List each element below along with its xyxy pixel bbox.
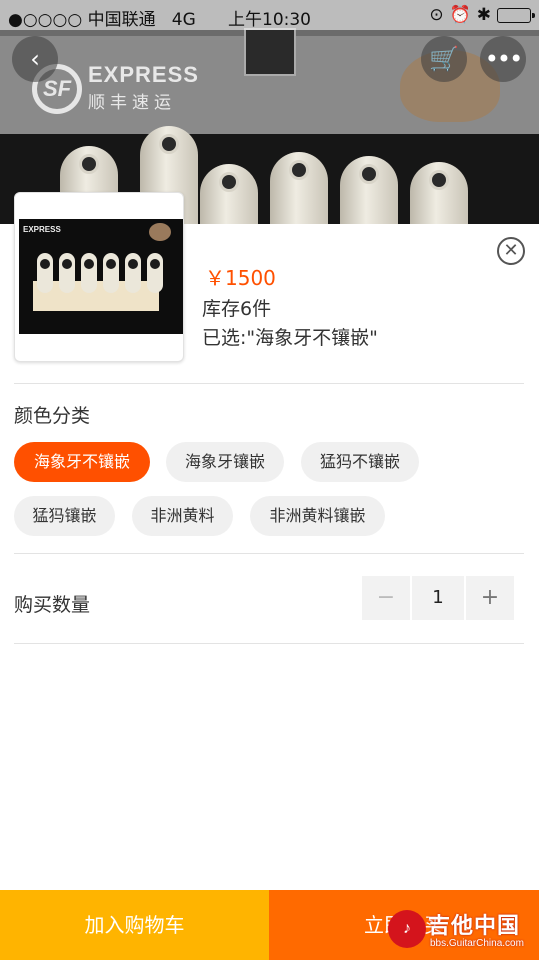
option-mammoth-plain[interactable]: 猛犸不镶嵌: [301, 442, 419, 482]
color-section-title: 颜色分类: [14, 405, 91, 427]
watermark-title: 吉他中国: [428, 914, 521, 939]
mini-pin-image: [59, 253, 75, 293]
quantity-label: 购买数量: [14, 594, 91, 616]
option-african-yellow[interactable]: 非洲黄料: [132, 496, 233, 536]
option-walrus-plain[interactable]: 海象牙不镶嵌: [14, 442, 150, 482]
add-to-cart-button[interactable]: 加入购物车: [0, 890, 269, 960]
sku-stock: 库存6件: [202, 298, 272, 320]
bridge-pin-image: [340, 156, 398, 224]
sku-price: ￥1500: [205, 266, 276, 290]
quantity-value[interactable]: 1: [412, 576, 464, 620]
quantity-stepper: − 1 +: [362, 576, 514, 620]
chevron-left-icon: ‹: [30, 45, 40, 73]
increment-button[interactable]: +: [466, 576, 514, 620]
status-bar: ●○○○○ 中国联通 4G 上午10:30 ⊙ ⏰ ✱: [0, 0, 539, 30]
mini-pin-image: [37, 253, 53, 293]
sf-brand-cn: 顺丰速运: [88, 93, 176, 113]
mini-pin-image: [103, 253, 119, 293]
guitarchina-logo-icon: ♪: [388, 910, 426, 948]
cart-icon: 🛒: [429, 45, 459, 73]
thumbnail-sf-logo: EXPRESS: [23, 225, 61, 234]
mini-pin-image: [125, 253, 141, 293]
mini-pin-image: [81, 253, 97, 293]
decrement-button[interactable]: −: [362, 576, 410, 620]
close-icon: ✕: [503, 240, 519, 261]
watermark: ♪ 吉他中国 bbs.GuitarChina.com: [388, 906, 536, 956]
sku-thumbnail: EXPRESS: [14, 192, 184, 362]
banner-thumbnail: [244, 28, 296, 76]
battery-icon: [497, 7, 535, 23]
more-button[interactable]: •••: [480, 36, 526, 82]
bridge-pin-image: [270, 152, 328, 224]
sku-selected: 已选:"海象牙不镶嵌": [202, 327, 378, 349]
option-african-yellow-inlay[interactable]: 非洲黄料镶嵌: [250, 496, 385, 536]
watermark-url: bbs.GuitarChina.com: [430, 938, 524, 949]
sku-thumbnail-image: EXPRESS: [19, 219, 183, 334]
back-button[interactable]: ‹: [12, 36, 58, 82]
divider: [14, 383, 524, 384]
cart-button[interactable]: 🛒: [421, 36, 467, 82]
divider: [14, 643, 524, 644]
bluetooth-icon: ✱: [476, 5, 491, 25]
bridge-pin-image: [410, 162, 468, 224]
bridge-pin-image: [200, 164, 258, 224]
more-icon: •••: [484, 45, 523, 73]
option-walrus-inlay[interactable]: 海象牙镶嵌: [166, 442, 284, 482]
alarm-icon: ⏰: [449, 5, 471, 25]
divider: [14, 553, 524, 554]
close-button[interactable]: ✕: [497, 237, 525, 265]
orientation-lock-icon: ⊙: [429, 5, 444, 25]
status-icons: ⊙ ⏰ ✱: [429, 5, 535, 25]
sf-brand-en: EXPRESS: [88, 62, 199, 87]
thumbnail-walrus-image: [149, 223, 171, 241]
option-mammoth-inlay[interactable]: 猛犸镶嵌: [14, 496, 115, 536]
product-banner: SF EXPRESS 顺丰速运: [0, 0, 539, 224]
mini-pin-image: [147, 253, 163, 293]
